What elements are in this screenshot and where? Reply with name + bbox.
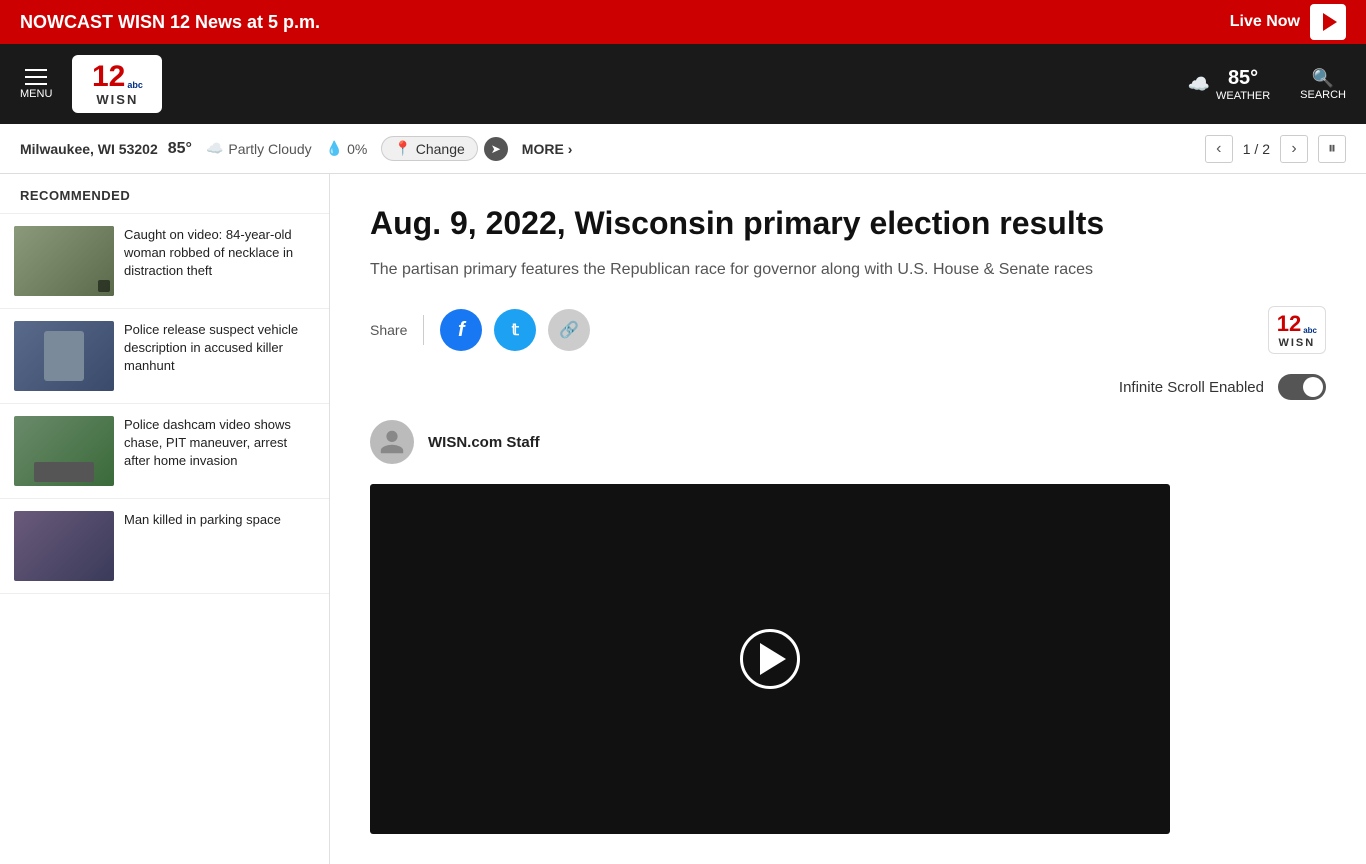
chevron-right-icon: ›: [568, 141, 573, 157]
logo-abc: abc: [127, 80, 143, 90]
sidebar-thumb-1: [14, 321, 114, 391]
menu-button[interactable]: MENU: [20, 69, 52, 100]
change-location-button[interactable]: 📍 Change: [381, 136, 477, 161]
author-avatar: [370, 420, 414, 464]
precip-value: 0%: [347, 141, 367, 157]
video-play-button[interactable]: [740, 629, 800, 689]
gps-button[interactable]: ➤: [484, 137, 508, 161]
rain-icon: 💧: [326, 140, 343, 157]
weather-bar-temp: 85°: [168, 140, 192, 158]
search-icon: 🔍: [1312, 68, 1334, 89]
live-now-label: Live Now: [1230, 13, 1300, 31]
recommended-header: RECOMMENDED: [0, 174, 329, 214]
logo-number: 12: [92, 62, 125, 92]
weather-precip: 💧 0%: [326, 140, 368, 157]
cloud-icon: ☁️: [206, 140, 223, 157]
article-title: Aug. 9, 2022, Wisconsin primary election…: [370, 204, 1326, 242]
sidebar-item-3[interactable]: Man killed in parking space: [0, 499, 329, 594]
weather-widget[interactable]: ☁️ 85° WEATHER: [1188, 67, 1271, 102]
weather-bar: Milwaukee, WI 53202 85° ☁️ Partly Cloudy…: [0, 124, 1366, 174]
content-area: Aug. 9, 2022, Wisconsin primary election…: [330, 174, 1366, 864]
share-label: Share: [370, 322, 407, 338]
pause-button[interactable]: ⏸: [1318, 135, 1346, 163]
watermark-wisn: WISN: [1278, 337, 1315, 349]
live-play-button[interactable]: [1310, 4, 1346, 40]
video-player[interactable]: [370, 484, 1170, 834]
prev-arrow-button[interactable]: ‹: [1205, 135, 1233, 163]
location-pin-icon: 📍: [394, 140, 411, 157]
sidebar: RECOMMENDED Caught on video: 84-year-old…: [0, 174, 330, 864]
share-facebook-button[interactable]: f: [440, 309, 482, 351]
article-subtitle: The partisan primary features the Republ…: [370, 258, 1326, 282]
header-left: MENU 12 abc WISN: [20, 55, 162, 113]
share-link-button[interactable]: 🔗: [548, 309, 590, 351]
more-label: MORE: [522, 141, 564, 157]
live-now-button[interactable]: Live Now: [1230, 4, 1346, 40]
sidebar-item-0[interactable]: Caught on video: 84-year-old woman robbe…: [0, 214, 329, 309]
more-button[interactable]: MORE ›: [522, 141, 573, 157]
search-label: SEARCH: [1300, 89, 1346, 101]
logo[interactable]: 12 abc WISN: [72, 55, 162, 113]
search-button[interactable]: 🔍 SEARCH: [1300, 68, 1346, 101]
sidebar-item-text-2: Police dashcam video shows chase, PIT ma…: [124, 416, 315, 486]
header-weather-temp: 85°: [1228, 67, 1258, 90]
wisn-logo-box: 12 abc WISN: [72, 55, 162, 113]
play-triangle-icon: [760, 643, 786, 675]
link-icon: 🔗: [559, 320, 579, 340]
change-label: Change: [416, 141, 465, 157]
next-arrow-button[interactable]: ›: [1280, 135, 1308, 163]
header: MENU 12 abc WISN ☁️ 85° WEATH: [0, 44, 1366, 124]
infinite-scroll-row: Infinite Scroll Enabled: [370, 374, 1326, 400]
page-indicator: 1 / 2: [1243, 141, 1270, 157]
hamburger-icon: [25, 69, 47, 85]
logo-wisn: WISN: [96, 92, 138, 107]
infinite-scroll-label: Infinite Scroll Enabled: [1119, 379, 1264, 396]
sidebar-item-text-0: Caught on video: 84-year-old woman robbe…: [124, 226, 315, 296]
facebook-icon: f: [458, 319, 465, 342]
user-icon: [378, 428, 406, 456]
author-row: WISN.com Staff: [370, 420, 1326, 464]
sidebar-item-2[interactable]: Police dashcam video shows chase, PIT ma…: [0, 404, 329, 499]
weather-location: Milwaukee, WI 53202: [20, 141, 158, 157]
header-right: ☁️ 85° WEATHER 🔍 SEARCH: [1188, 67, 1346, 102]
header-weather-label: WEATHER: [1216, 90, 1270, 102]
sidebar-thumb-2: [14, 416, 114, 486]
share-row: Share f 𝕥 🔗 12 abc WISN: [370, 306, 1326, 354]
pagination: ‹ 1 / 2 › ⏸: [1205, 135, 1346, 163]
twitter-icon: 𝕥: [512, 320, 519, 340]
compass-icon: ➤: [491, 142, 501, 156]
watermark-abc: abc: [1303, 326, 1317, 335]
main-layout: RECOMMENDED Caught on video: 84-year-old…: [0, 174, 1366, 864]
weather-sun-icon: ☁️: [1188, 74, 1210, 95]
weather-condition: ☁️ Partly Cloudy: [206, 140, 312, 157]
sidebar-item-text-1: Police release suspect vehicle descripti…: [124, 321, 315, 391]
infinite-scroll-toggle[interactable]: [1278, 374, 1326, 400]
wisn-watermark: 12 abc WISN: [1268, 306, 1326, 354]
breaking-bar: NOWCAST WISN 12 News at 5 p.m. Live Now: [0, 0, 1366, 44]
watermark-number: 12: [1277, 311, 1301, 337]
sidebar-item-text-3: Man killed in parking space: [124, 511, 281, 581]
sidebar-item-1[interactable]: Police release suspect vehicle descripti…: [0, 309, 329, 404]
sidebar-thumb-3: [14, 511, 114, 581]
condition-text: Partly Cloudy: [228, 141, 311, 157]
author-name: WISN.com Staff: [428, 434, 540, 451]
share-divider: [423, 315, 424, 345]
breaking-bar-text: NOWCAST WISN 12 News at 5 p.m.: [20, 12, 320, 33]
menu-label: MENU: [20, 88, 52, 100]
sidebar-thumb-0: [14, 226, 114, 296]
share-twitter-button[interactable]: 𝕥: [494, 309, 536, 351]
